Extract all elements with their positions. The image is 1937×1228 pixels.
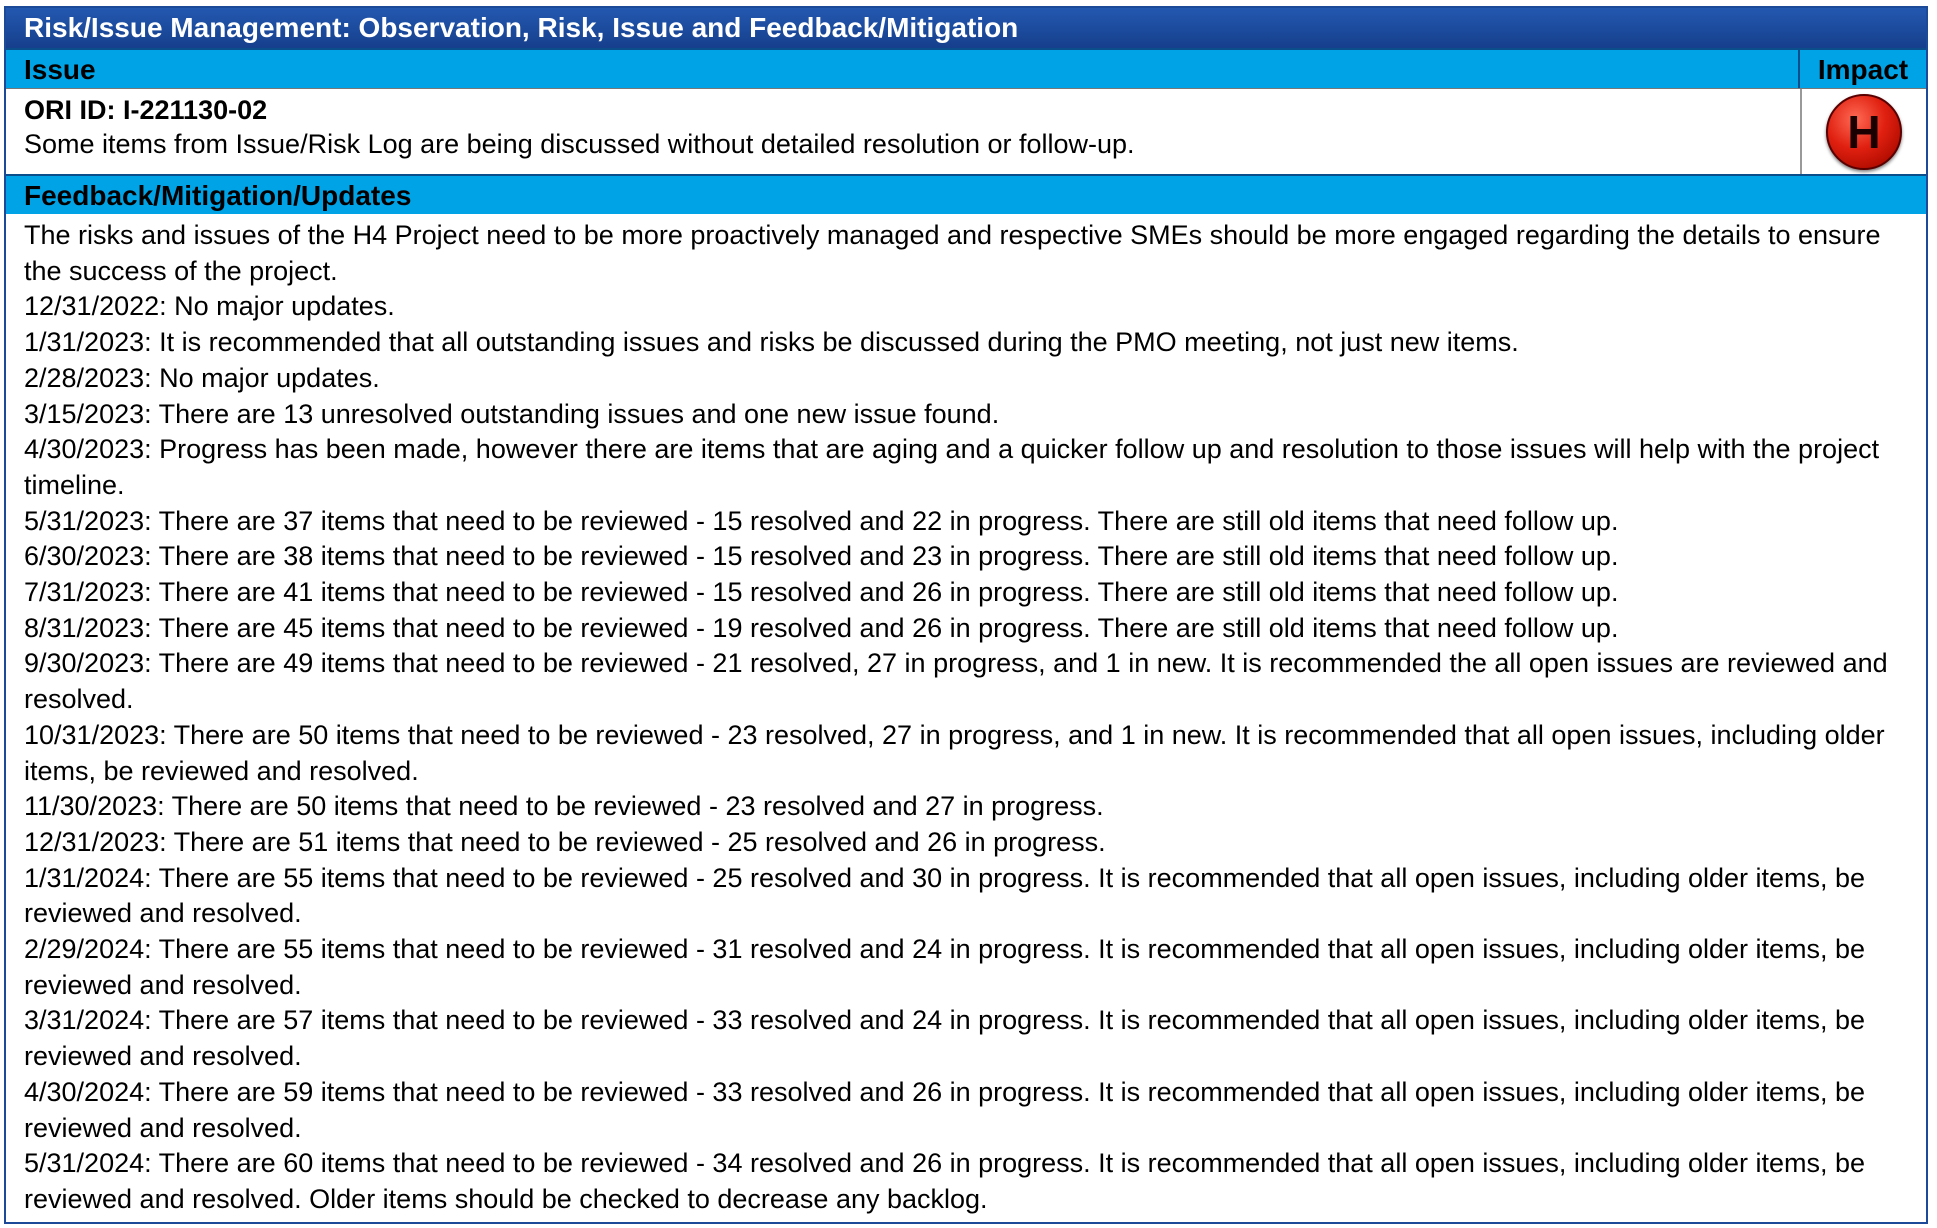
feedback-update: 5/31/2024: There are 60 items that need … (24, 1148, 1866, 1214)
impact-header-label: Impact (1798, 50, 1926, 88)
feedback-update: 3/31/2024: There are 57 items that need … (24, 1005, 1866, 1072)
impact-cell: H (1800, 89, 1926, 174)
feedback-header: Feedback/Mitigation/Updates (6, 174, 1926, 214)
feedback-body: The risks and issues of the H4 Project n… (6, 214, 1926, 1218)
page-title: Risk/Issue Management: Observation, Risk… (6, 8, 1926, 48)
risk-issue-card: Risk/Issue Management: Observation, Risk… (4, 6, 1928, 1224)
feedback-update: 4/30/2024: There are 59 items that need … (24, 1076, 1866, 1143)
feedback-update: 5/31/2023: There are 37 items that need … (24, 505, 1619, 536)
feedback-update: 11/30/2023: There are 50 items that need… (24, 791, 1104, 822)
feedback-update: 2/28/2023: No major updates. (24, 362, 380, 393)
feedback-update: 1/31/2023: It is recommended that all ou… (24, 327, 1519, 358)
issue-details: ORI ID: I-221130-02 Some items from Issu… (6, 89, 1800, 174)
feedback-update: 2/29/2024: There are 55 items that need … (24, 934, 1866, 1000)
feedback-update: 10/31/2023: There are 50 items that need… (24, 719, 1885, 786)
impact-high-badge-icon: H (1826, 93, 1902, 170)
feedback-update: 8/31/2023: There are 45 items that need … (24, 612, 1619, 643)
feedback-update: 3/15/2023: There are 13 unresolved outst… (24, 398, 1000, 429)
issue-header-label: Issue (24, 54, 96, 85)
feedback-update: 1/31/2024: There are 55 items that need … (24, 862, 1866, 929)
ori-id: ORI ID: I-221130-02 (24, 95, 268, 125)
feedback-update: 12/31/2022: No major updates. (24, 291, 395, 322)
feedback-update: 6/30/2023: There are 38 items that need … (24, 541, 1619, 572)
feedback-update: 7/31/2023: There are 41 items that need … (24, 577, 1619, 608)
issue-row: ORI ID: I-221130-02 Some items from Issu… (6, 88, 1926, 174)
feedback-update: 9/30/2023: There are 49 items that need … (24, 648, 1888, 715)
feedback-update: The risks and issues of the H4 Project n… (24, 220, 1881, 286)
issue-description: Some items from Issue/Risk Log are being… (24, 129, 1135, 159)
issue-header-bar: Issue Impact (6, 48, 1926, 88)
feedback-update: 12/31/2023: There are 51 items that need… (24, 826, 1106, 857)
feedback-update: 4/30/2023: Progress has been made, howev… (24, 434, 1880, 500)
